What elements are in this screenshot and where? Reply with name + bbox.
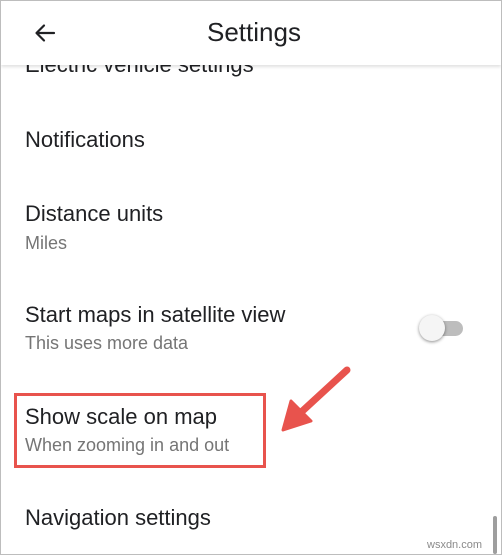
settings-item-subtitle: Miles bbox=[25, 233, 68, 253]
settings-item-subtitle: This uses more data bbox=[25, 333, 189, 353]
settings-item-title: Notifications bbox=[25, 127, 145, 152]
settings-item-distance-units[interactable]: Distance units Miles bbox=[1, 179, 501, 261]
settings-item-notifications[interactable]: Notifications bbox=[1, 105, 501, 175]
settings-item-title: Navigation settings bbox=[25, 505, 211, 530]
watermark: wsxdn.com bbox=[427, 539, 483, 551]
satellite-view-toggle[interactable] bbox=[419, 314, 465, 342]
screenshot-frame: Electric vehicle settings Notifications … bbox=[0, 0, 502, 555]
scrollbar[interactable] bbox=[493, 516, 497, 554]
settings-item-navigation[interactable]: Navigation settings bbox=[1, 489, 501, 554]
arrow-left-icon bbox=[35, 24, 56, 42]
highlight-box bbox=[14, 393, 266, 468]
app-bar: Settings bbox=[1, 1, 501, 65]
page-title: Settings bbox=[207, 17, 301, 47]
settings-list: Electric vehicle settings Notifications … bbox=[1, 1, 501, 554]
pointer-arrow-icon bbox=[281, 366, 351, 432]
back-button[interactable] bbox=[25, 15, 65, 51]
toggle-thumb bbox=[419, 315, 445, 341]
settings-item-title: Start maps in satellite view bbox=[25, 302, 286, 327]
settings-item-title: Distance units bbox=[25, 201, 164, 226]
